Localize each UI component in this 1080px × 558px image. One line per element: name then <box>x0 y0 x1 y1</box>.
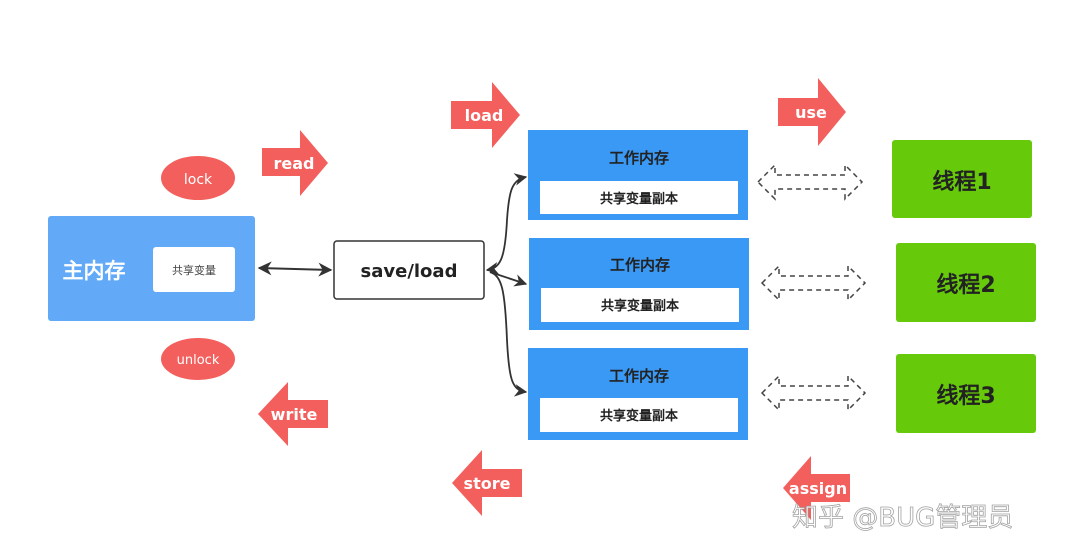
dashed-double-arrow-2 <box>760 264 867 302</box>
read-label: read <box>274 154 315 173</box>
dashed-double-arrow-3 <box>760 374 867 412</box>
write-label: write <box>271 405 318 424</box>
lock-label: lock <box>184 172 213 188</box>
main-memory-box: 主内存 共享变量 <box>48 216 255 321</box>
load-label: load <box>465 106 504 125</box>
thread-3-label: 线程3 <box>936 383 995 409</box>
working-memory-title: 工作内存 <box>610 256 670 274</box>
thread-1-label: 线程1 <box>932 169 991 195</box>
working-memory-3: 工作内存 共享变量副本 <box>528 348 748 440</box>
dashed-double-arrow-1 <box>756 163 864 201</box>
main-memory-title: 主内存 <box>63 259 126 283</box>
shared-variable-copy-label: 共享变量副本 <box>601 298 679 314</box>
working-memory-title: 工作内存 <box>609 367 669 385</box>
main-to-saveload-connector <box>257 261 333 277</box>
assign-label: assign <box>789 479 847 498</box>
shared-variable-copy-label: 共享变量副本 <box>600 408 678 424</box>
saveload-to-working-memory-3-connector <box>489 271 528 397</box>
shared-variable-copy-label: 共享变量副本 <box>600 191 678 207</box>
working-memory-2: 工作内存 共享变量副本 <box>529 238 749 330</box>
use-label: use <box>795 103 827 122</box>
working-memory-1: 工作内存 共享变量副本 <box>528 130 748 220</box>
working-memory-title: 工作内存 <box>609 149 669 167</box>
save-load-label: save/load <box>361 261 458 282</box>
shared-variable-label: 共享变量 <box>172 263 216 277</box>
store-label: store <box>464 474 511 493</box>
saveload-to-working-memory-2-connector <box>489 271 528 287</box>
watermark: 知乎 @BUG管理员 <box>792 503 1013 533</box>
unlock-label: unlock <box>177 353 220 368</box>
saveload-to-working-memory-1-connector <box>485 173 528 275</box>
jmm-diagram: 主内存 共享变量 lock unlock read write load sto… <box>48 78 1036 533</box>
thread-2-label: 线程2 <box>936 272 995 298</box>
